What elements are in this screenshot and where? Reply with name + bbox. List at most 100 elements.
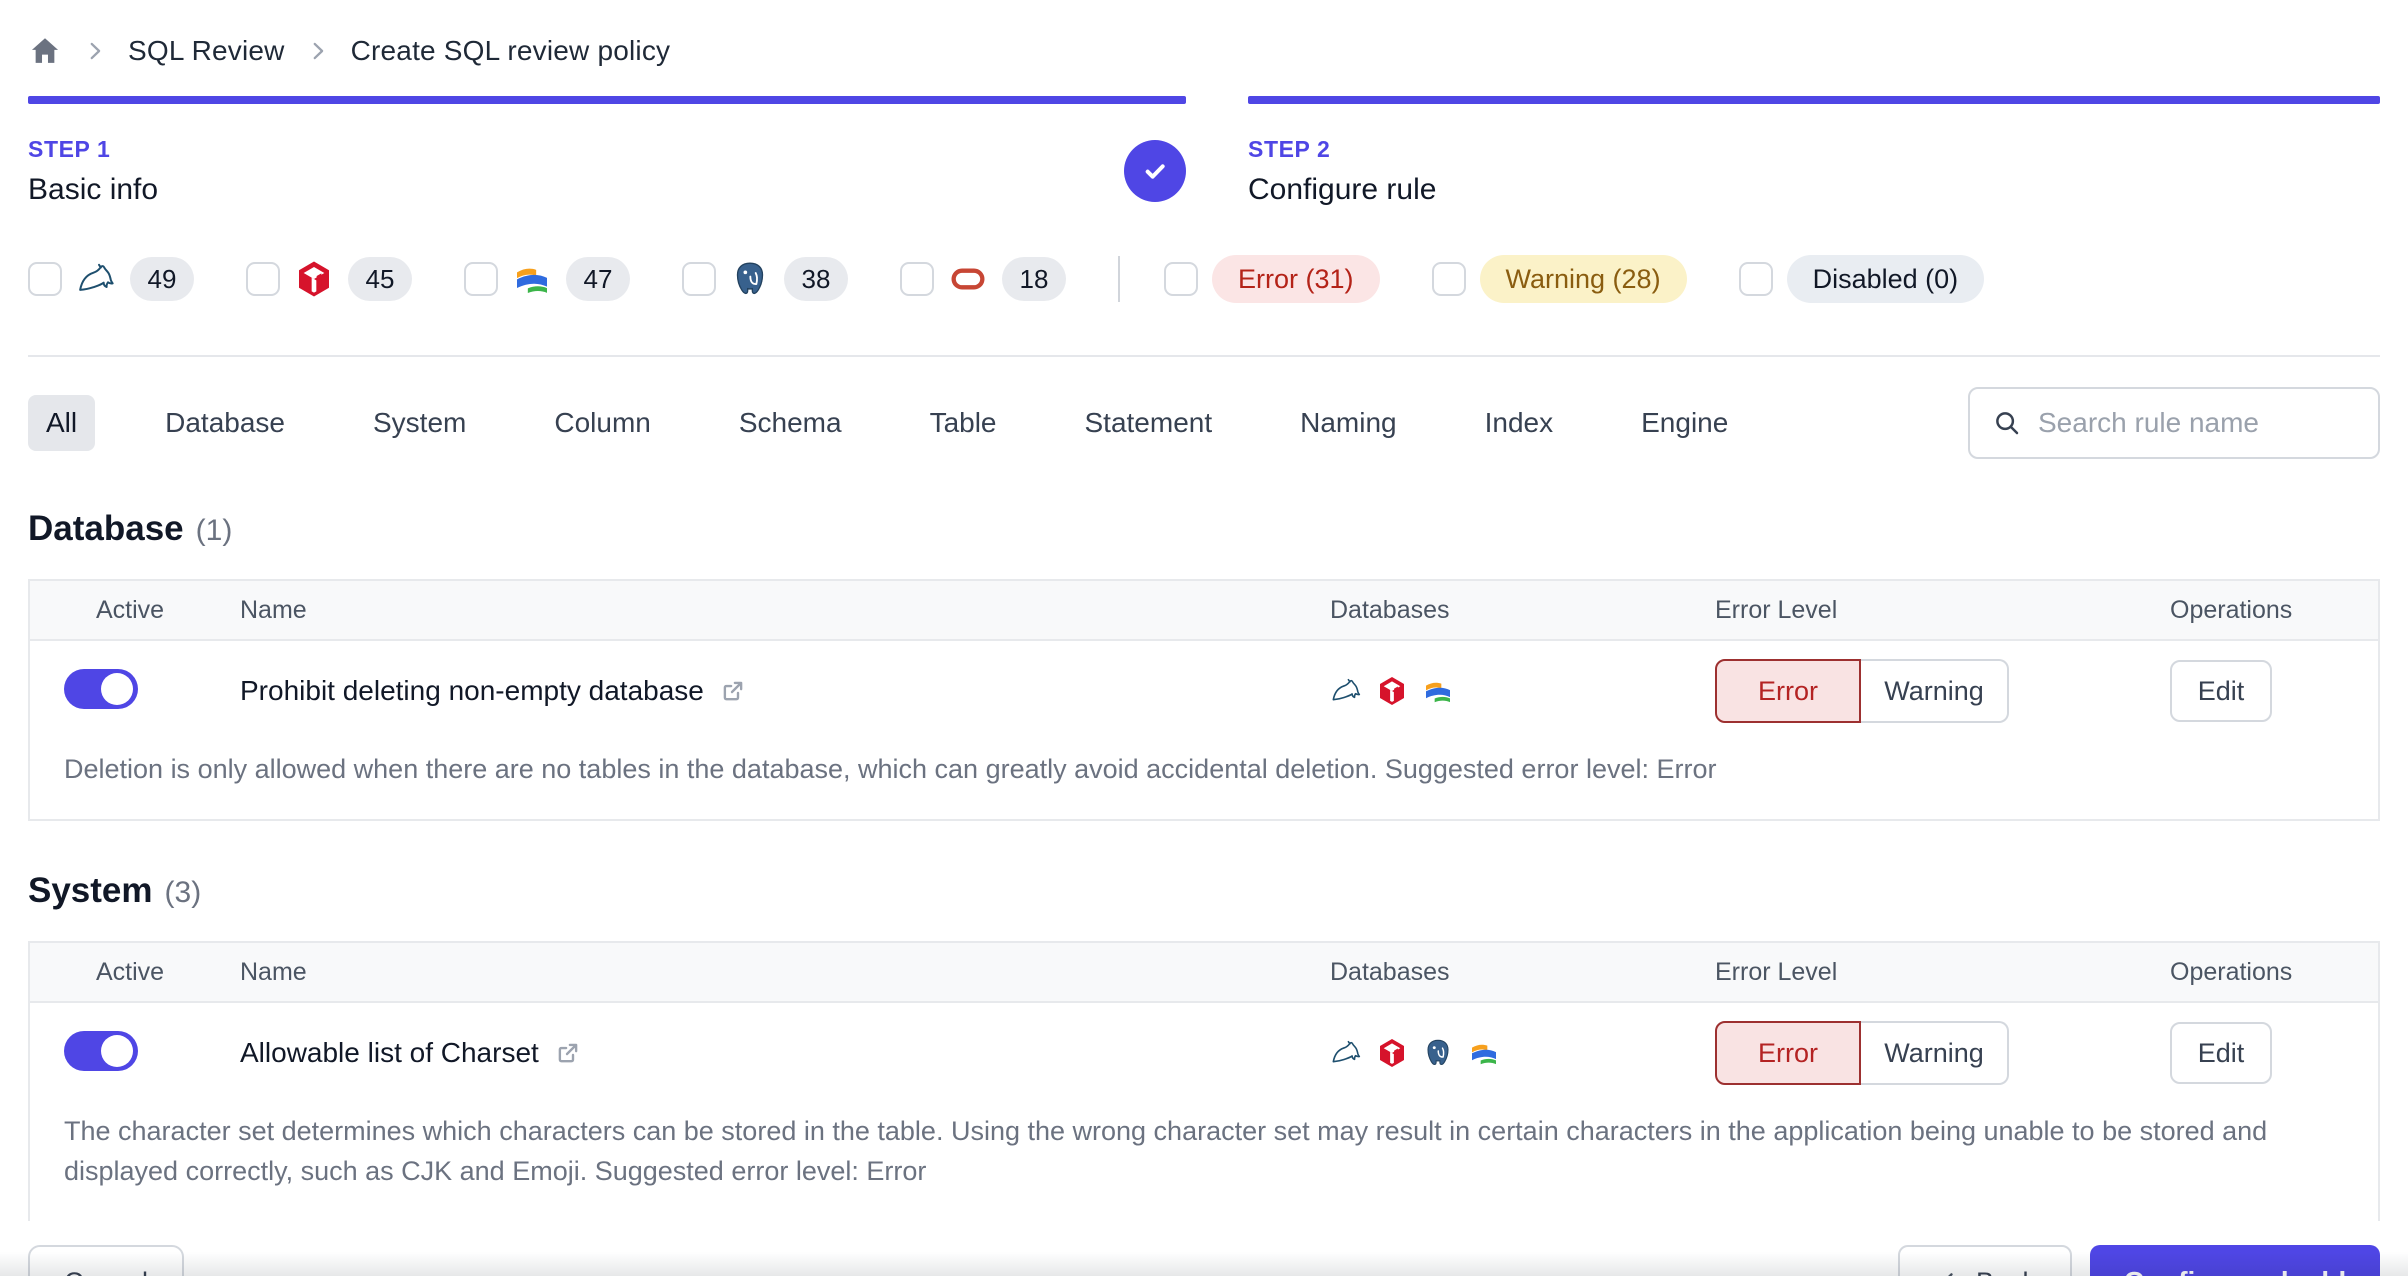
step-2-configure-rule[interactable]: STEP 2 Configure rule (1248, 96, 2380, 207)
edit-button[interactable]: Edit (2170, 660, 2272, 722)
confirm-and-add-button[interactable]: Confirm and add (2090, 1245, 2380, 1276)
rule-name: Prohibit deleting non-empty database (240, 675, 704, 706)
filter-engine-postgresql[interactable]: 38 (682, 257, 848, 301)
section-rule-count: (1) (195, 514, 233, 547)
mysql-checkbox[interactable] (28, 262, 62, 296)
active-toggle[interactable] (64, 668, 138, 709)
tidb-rule-count: 45 (348, 257, 412, 301)
search-box[interactable] (1968, 387, 2380, 459)
column-header-active: Active (96, 595, 165, 624)
search-input[interactable] (2038, 407, 2356, 439)
oceanbase-icon (1422, 675, 1454, 707)
filter-level-warning[interactable]: Warning (28) (1431, 255, 1687, 303)
step-complete-check-icon (1124, 140, 1186, 202)
breadcrumb: SQL Review Create SQL review policy (28, 0, 2380, 70)
tab-naming[interactable]: Naming (1282, 395, 1414, 451)
error-level-error-button[interactable]: Error (1715, 659, 1861, 723)
postgresql-icon (1422, 1037, 1454, 1069)
breadcrumb-sql-review[interactable]: SQL Review (128, 35, 285, 67)
back-button-label: Back (1976, 1267, 2036, 1276)
filter-level-error[interactable]: Error (31) (1164, 255, 1380, 303)
disabled-checkbox[interactable] (1738, 262, 1773, 296)
tab-system[interactable]: System (355, 395, 484, 451)
error-count-badge: Error (31) (1212, 255, 1380, 303)
column-header-operations: Operations (2170, 957, 2293, 986)
section-database: Database (1) Active Name Databases Error… (28, 509, 2380, 821)
tab-engine[interactable]: Engine (1623, 395, 1746, 451)
oracle-checkbox[interactable] (900, 262, 934, 296)
active-toggle[interactable] (64, 1030, 138, 1071)
filter-bar: 49 45 47 38 18 Error (31) Warning (28) D… (28, 251, 2380, 307)
error-level-warning-button[interactable]: Warning (1861, 659, 2009, 723)
step-1-label: STEP 1 (28, 136, 111, 162)
rule-category-tabs: All Database System Column Schema Table … (28, 387, 2380, 459)
breadcrumb-current-page: Create SQL review policy (350, 35, 671, 66)
warning-count-badge: Warning (28) (1479, 255, 1687, 303)
home-icon[interactable] (28, 34, 62, 68)
oceanbase-icon (1468, 1037, 1500, 1069)
filter-engine-tidb[interactable]: 45 (246, 257, 412, 301)
section-divider (28, 355, 2380, 357)
mysql-icon (1330, 1037, 1362, 1069)
rule-description: Deletion is only allowed when there are … (64, 754, 1717, 784)
tab-table[interactable]: Table (912, 395, 1015, 451)
warning-checkbox[interactable] (1431, 262, 1466, 296)
rule-name: Allowable list of Charset (240, 1037, 539, 1068)
tab-database[interactable]: Database (147, 395, 303, 451)
filter-divider (1118, 256, 1120, 302)
section-title: Database (28, 509, 184, 548)
tidb-icon (1376, 675, 1408, 707)
back-button[interactable]: Back (1898, 1245, 2072, 1276)
filter-engine-oracle[interactable]: 18 (900, 257, 1066, 301)
step-indicator: STEP 1 Basic info STEP 2 Configure rule (28, 96, 2380, 207)
mysql-icon (1330, 675, 1362, 707)
step-1-basic-info[interactable]: STEP 1 Basic info (28, 96, 1186, 207)
error-level-segmented-control: Error Warning (1715, 1021, 2009, 1085)
column-header-databases: Databases (1330, 957, 1450, 986)
section-system: System (3) Active Name Databases Error L… (28, 871, 2380, 1221)
column-header-error-level: Error Level (1715, 595, 1838, 624)
chevron-right-icon (82, 38, 108, 64)
filter-level-disabled[interactable]: Disabled (0) (1738, 255, 1985, 303)
step-1-progress-bar (28, 96, 1186, 104)
tab-index[interactable]: Index (1467, 395, 1572, 451)
oracle-icon (948, 259, 988, 299)
error-level-error-button[interactable]: Error (1715, 1021, 1861, 1085)
table-row: Prohibit deleting non-empty database Err… (30, 641, 2378, 741)
column-header-name: Name (240, 595, 307, 624)
tidb-icon (1376, 1037, 1408, 1069)
filter-engine-mysql[interactable]: 49 (28, 257, 194, 301)
edit-button[interactable]: Edit (2170, 1022, 2272, 1084)
footer-actions: Cancel Back Confirm and add (28, 1245, 2380, 1276)
section-title: System (28, 871, 153, 910)
table-row: Allowable list of Charset Error Warning (30, 1003, 2378, 1103)
rule-table: Active Name Databases Error Level Operat… (28, 579, 2380, 821)
disabled-count-badge: Disabled (0) (1786, 255, 1985, 303)
mysql-rule-count: 49 (130, 257, 194, 301)
table-header: Active Name Databases Error Level Operat… (30, 581, 2378, 641)
tab-all[interactable]: All (28, 395, 96, 451)
cancel-button[interactable]: Cancel (28, 1245, 184, 1276)
oracle-rule-count: 18 (1002, 257, 1066, 301)
toggle-knob (101, 1034, 133, 1067)
column-header-active: Active (96, 957, 165, 986)
rule-engines (1300, 675, 1670, 707)
error-level-segmented-control: Error Warning (1715, 659, 2009, 723)
table-header: Active Name Databases Error Level Operat… (30, 943, 2378, 1003)
postgresql-checkbox[interactable] (682, 262, 716, 296)
external-link-icon[interactable] (718, 676, 748, 706)
postgresql-rule-count: 38 (784, 257, 848, 301)
oceanbase-icon (512, 259, 552, 299)
filter-engine-oceanbase[interactable]: 47 (464, 257, 630, 301)
tab-schema[interactable]: Schema (721, 395, 860, 451)
error-checkbox[interactable] (1164, 262, 1198, 296)
step-1-title: Basic info (28, 173, 159, 206)
postgresql-icon (730, 259, 770, 299)
external-link-icon[interactable] (553, 1038, 583, 1068)
error-level-warning-button[interactable]: Warning (1861, 1021, 2009, 1085)
tidb-checkbox[interactable] (246, 262, 280, 296)
tab-statement[interactable]: Statement (1067, 395, 1231, 451)
oceanbase-rule-count: 47 (566, 257, 630, 301)
oceanbase-checkbox[interactable] (464, 262, 498, 296)
tab-column[interactable]: Column (536, 395, 668, 451)
